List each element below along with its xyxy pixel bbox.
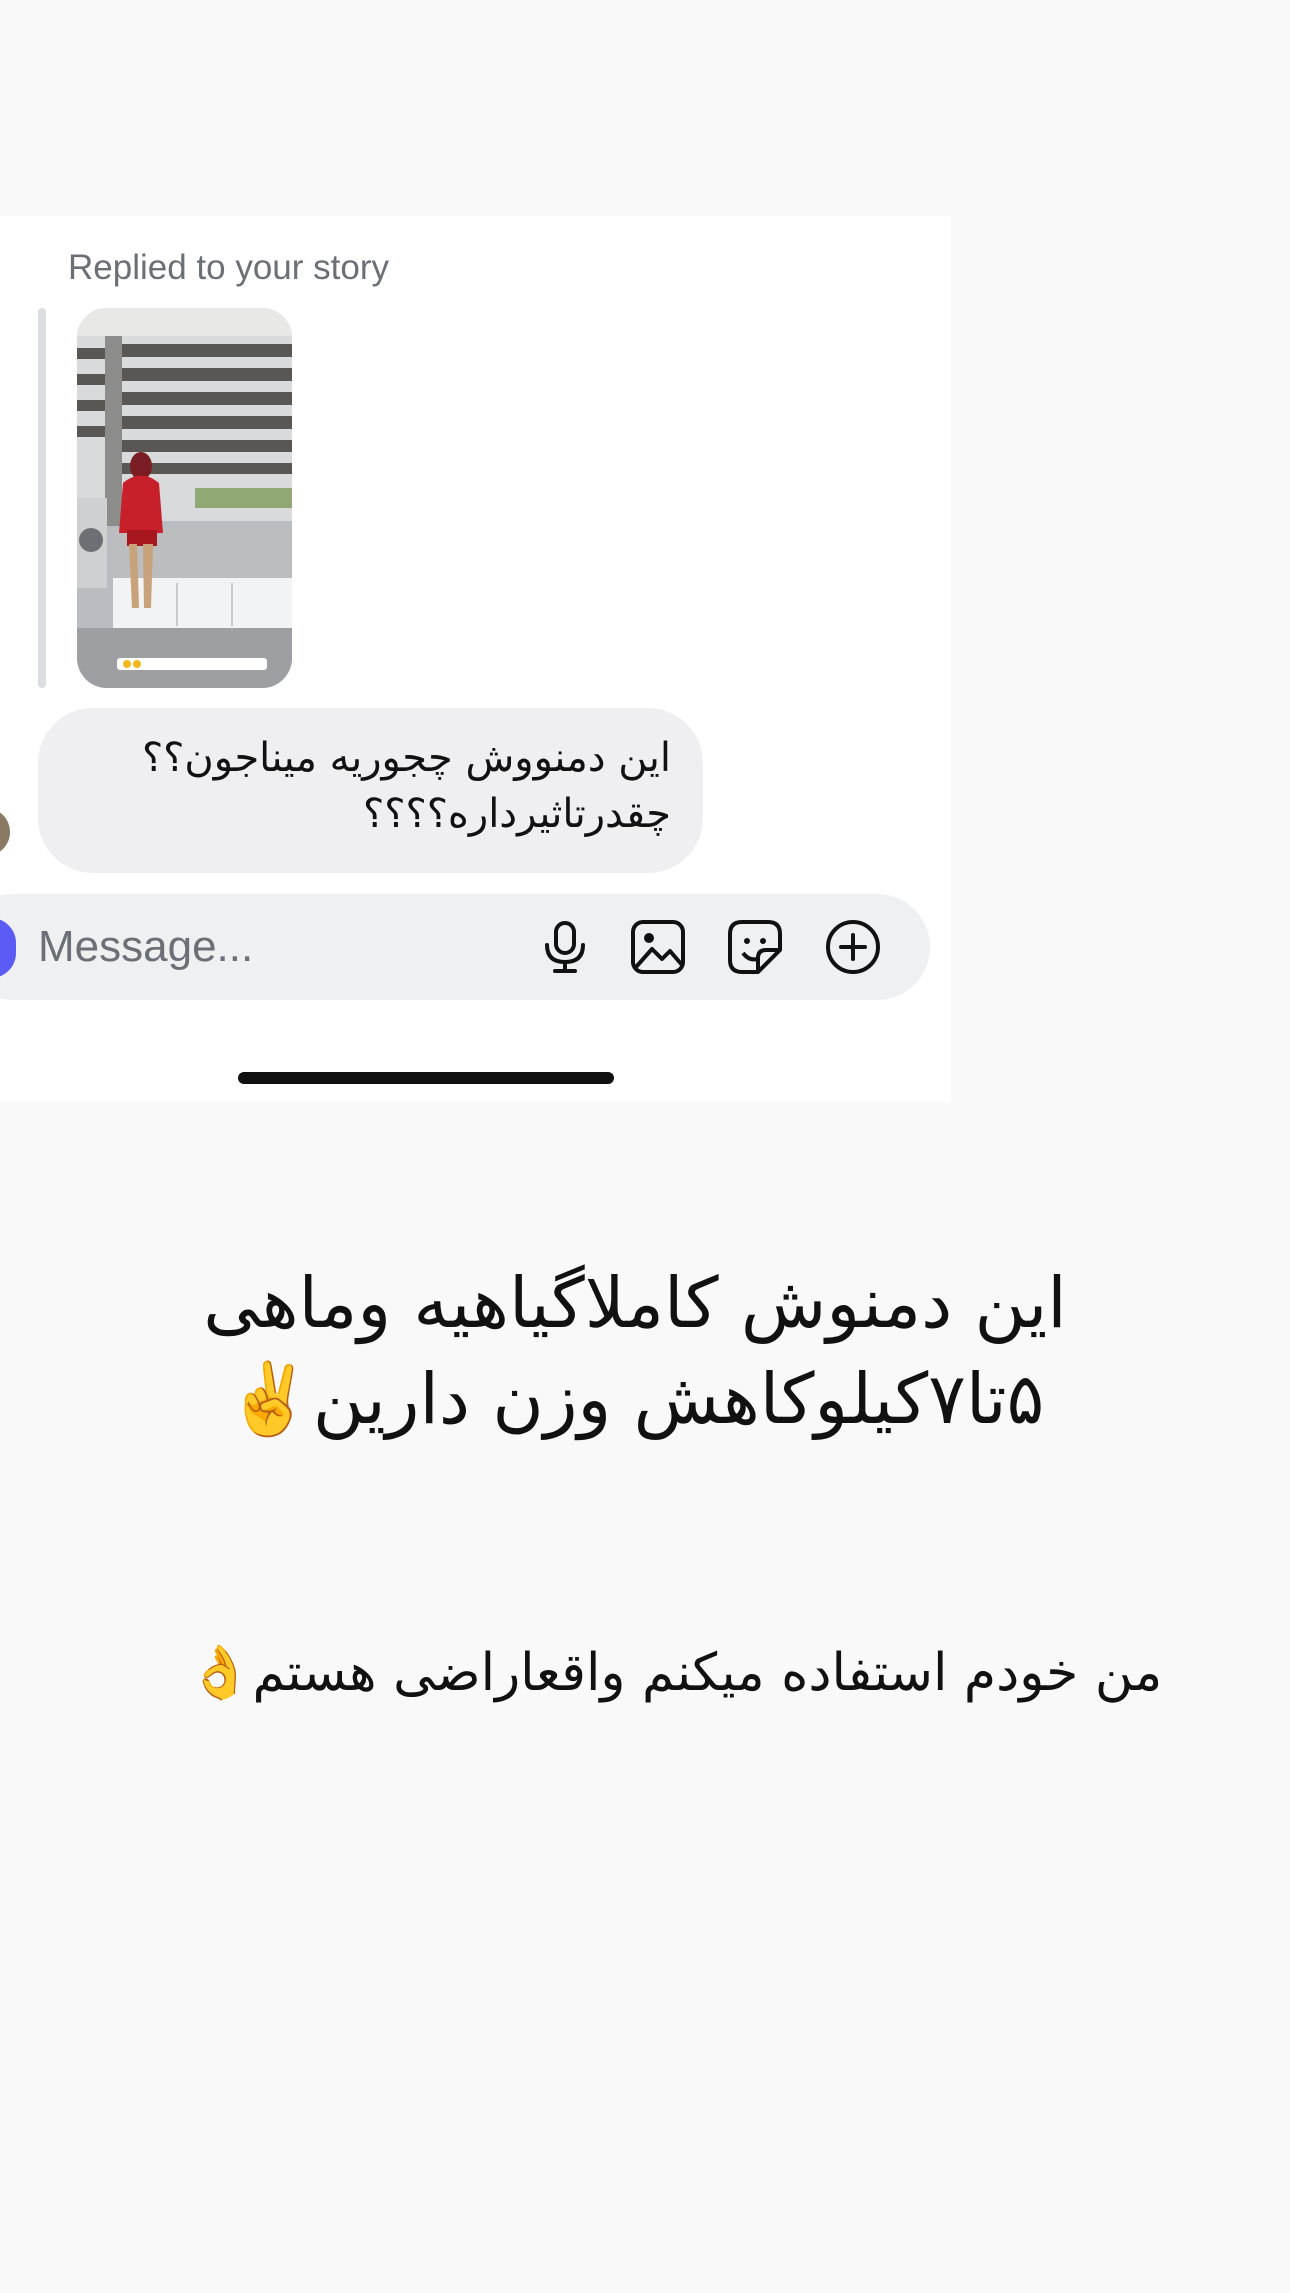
sticker-icon[interactable]	[725, 917, 785, 977]
story-caption-secondary: من خودم استفاده میکنم واقعاراضی هستم👌	[187, 1643, 1163, 1703]
message-line-2: چقدرتاثیرداره؟؟؟؟	[363, 791, 671, 837]
gallery-icon[interactable]	[628, 917, 688, 977]
message-line-1: این دمنووش چجوریه میناجون؟؟	[141, 735, 671, 781]
caption-line-2: ۵تا۷کیلوکاهش وزن دارین✌️	[225, 1358, 1045, 1440]
home-indicator	[238, 1072, 614, 1084]
message-bubble[interactable]: این دمنووش چجوریه میناجون؟؟ چقدرتاثیردار…	[38, 708, 703, 873]
add-icon[interactable]	[823, 917, 883, 977]
story-thumbnail[interactable]	[77, 308, 292, 688]
dm-screenshot: Replied to your story این دمنووش چجوریه …	[0, 216, 951, 1102]
story-caption: این دمنوش کاملاگیاهیه وماهی ۵تا۷کیلوکاهش…	[150, 1255, 1120, 1447]
microphone-icon[interactable]	[535, 917, 595, 977]
reply-indicator-bar	[38, 308, 46, 688]
sender-avatar[interactable]	[0, 808, 10, 856]
replied-to-story-label: Replied to your story	[68, 248, 389, 287]
message-input[interactable]	[38, 912, 498, 982]
caption-line-1: این دمنوش کاملاگیاهیه وماهی	[203, 1262, 1067, 1344]
